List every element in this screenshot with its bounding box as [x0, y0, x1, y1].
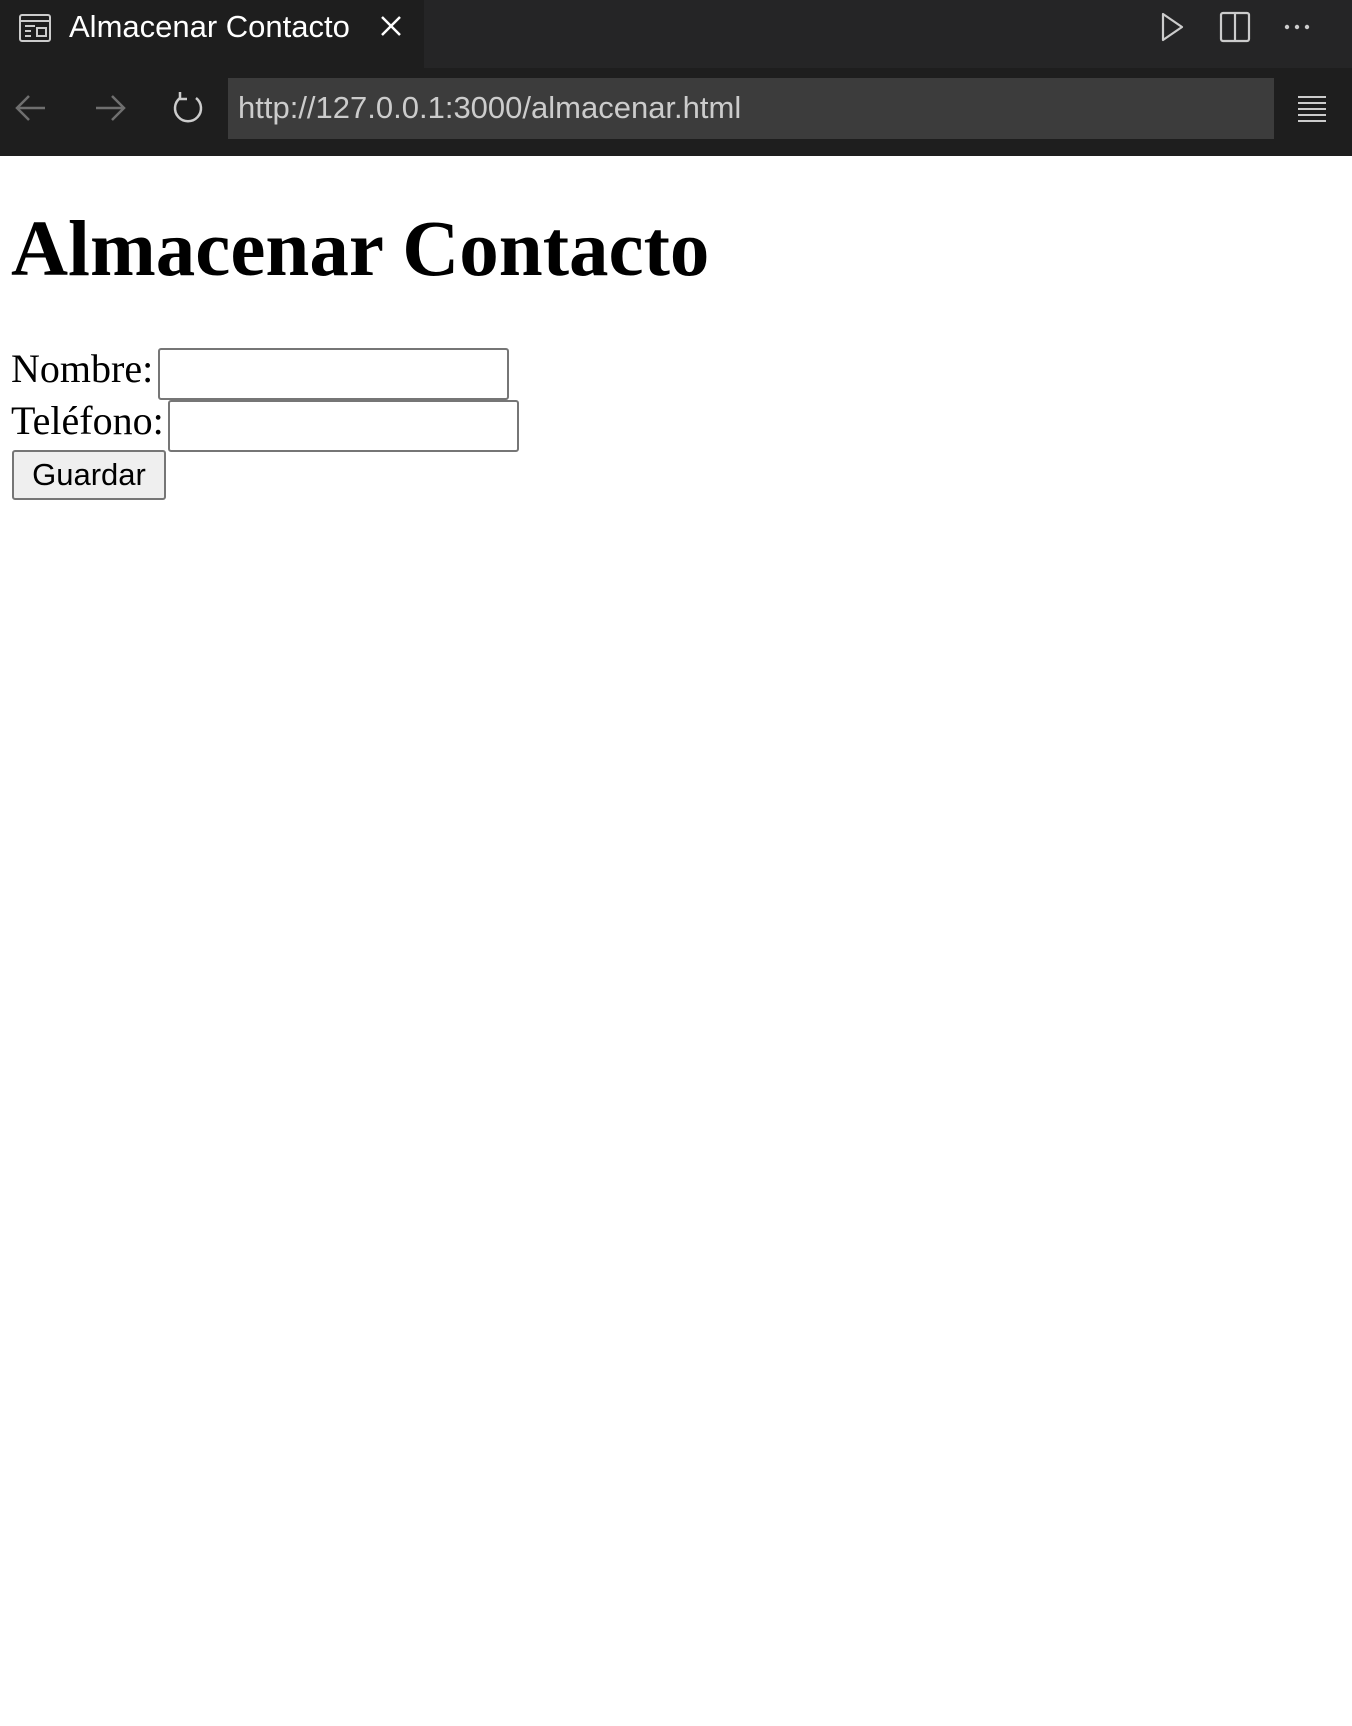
tab-bar: Almacenar Contacto [0, 0, 1352, 68]
tab-title: Almacenar Contacto [69, 9, 350, 44]
telefono-label: Teléfono: [11, 398, 164, 443]
arrow-right-icon[interactable] [90, 88, 130, 128]
close-icon[interactable] [375, 10, 407, 42]
play-icon[interactable] [1152, 8, 1190, 46]
telefono-input[interactable] [168, 400, 519, 452]
url-text: http://127.0.0.1:3000/almacenar.html [238, 90, 742, 125]
more-icon[interactable] [1278, 8, 1316, 46]
menu-icon[interactable] [1292, 88, 1332, 128]
page-content: Almacenar Contacto Nombre: Teléfono: Gua… [0, 156, 1352, 1726]
address-bar[interactable]: http://127.0.0.1:3000/almacenar.html [228, 78, 1274, 139]
reload-icon[interactable] [168, 88, 208, 128]
arrow-left-icon[interactable] [11, 88, 51, 128]
browser-toolbar: http://127.0.0.1:3000/almacenar.html [0, 68, 1352, 156]
preview-icon [17, 10, 53, 46]
nombre-label: Nombre: [11, 346, 154, 391]
page-title: Almacenar Contacto [11, 206, 710, 293]
split-editor-icon[interactable] [1216, 8, 1254, 46]
guardar-button[interactable]: Guardar [12, 450, 166, 500]
tab-almacenar-contacto[interactable]: Almacenar Contacto [0, 0, 424, 68]
nombre-input[interactable] [158, 348, 509, 400]
